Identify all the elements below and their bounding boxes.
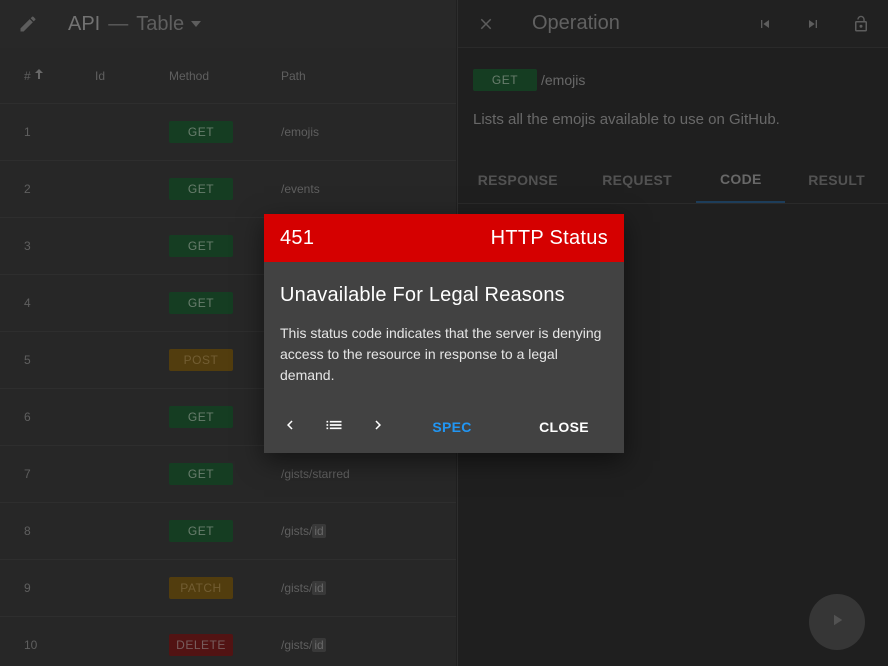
dialog-header-label: HTTP Status [490,226,608,249]
previous-status-button[interactable] [268,409,312,445]
next-status-button[interactable] [356,409,400,445]
dialog-body: This status code indicates that the serv… [280,325,602,383]
dialog-actions: SPEC CLOSE [264,401,624,453]
status-list-button[interactable] [312,409,356,445]
chevron-right-icon [369,416,387,439]
chevron-left-icon [281,416,299,439]
close-button[interactable]: CLOSE [530,409,598,445]
status-code: 451 [280,226,315,249]
list-icon [324,415,344,440]
dialog-header: 451 HTTP Status [264,214,624,262]
spec-button[interactable]: SPEC [418,409,486,445]
dialog-title: Unavailable For Legal Reasons [280,284,565,306]
http-status-dialog: 451 HTTP Status Unavailable For Legal Re… [264,214,624,453]
